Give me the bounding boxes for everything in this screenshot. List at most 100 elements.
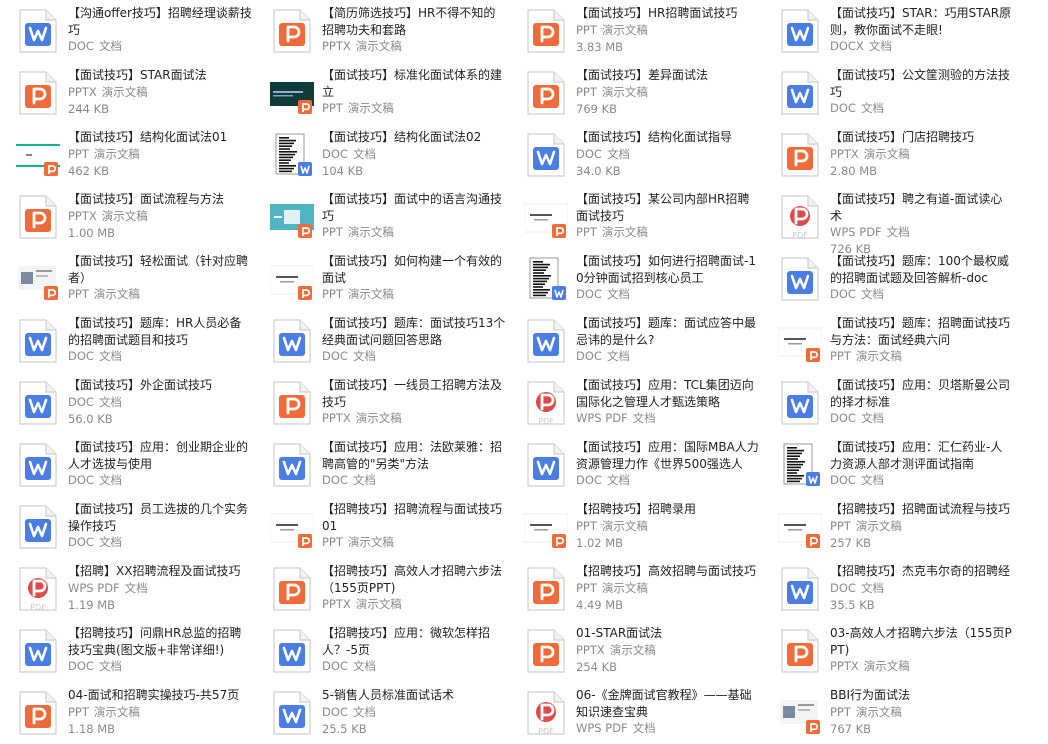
- file-item[interactable]: 【面试技巧】某公司内部HR招聘面试技巧 PPT 演示文稿: [508, 186, 762, 248]
- file-extension: PPT: [68, 704, 89, 719]
- file-item[interactable]: 【面试技巧】HR招聘面试技巧 PPT 演示文稿 3.83 MB: [508, 0, 762, 62]
- file-item[interactable]: 【招聘技巧】问鼎HR总监的招聘技巧宝典(图文版+非常详细!) DOC 文档: [0, 620, 254, 682]
- file-name: 【面试技巧】HR招聘面试技巧: [576, 6, 738, 20]
- file-item[interactable]: 5-销售人员标准面试话术 DOC 文档 25.5 KB: [254, 682, 508, 744]
- file-extension: DOC: [68, 349, 94, 363]
- file-type-label: 演示文稿: [855, 349, 902, 363]
- file-item[interactable]: 【沟通offer技巧】招聘经理谈薪技巧 DOC 文档: [0, 0, 254, 62]
- file-item[interactable]: 【招聘技巧】高效招聘与面试技巧 PPT 演示文稿 4.49 MB: [508, 558, 762, 620]
- file-item[interactable]: 【面试技巧】员工选拔的几个实务操作技巧 DOC 文档: [0, 496, 254, 558]
- file-type: PPT 演示文稿: [830, 518, 1014, 535]
- file-type: PPT 演示文稿: [830, 348, 1014, 365]
- file-item[interactable]: 【面试技巧】题库：面试技巧13个经典面试问题回答思路 DOC 文档: [254, 310, 508, 372]
- file-type-label: 演示文稿: [347, 101, 394, 115]
- file-name: 【面试技巧】应用：创业期企业的人才选拔与使用: [68, 440, 249, 471]
- file-item[interactable]: 【面试技巧】一线员工招聘方法及技巧 PPTX 演示文稿: [254, 372, 508, 434]
- svg-text:PDF: PDF: [538, 417, 554, 426]
- file-type-label: 演示文稿: [355, 411, 402, 425]
- ppt-file-icon: [524, 70, 568, 116]
- file-extension: PPT: [576, 225, 597, 239]
- file-item[interactable]: 【面试技巧】STAR：巧用STAR原则，教你面试不走眼! DOCX 文档: [762, 0, 1016, 62]
- file-item[interactable]: 【面试技巧】门店招聘技巧 PPTX 演示文稿 2.80 MB: [762, 124, 1016, 186]
- file-item[interactable]: 【面试技巧】如何进行招聘面试-10分钟面试招到核心员工 DOC 文档: [508, 248, 762, 310]
- file-item[interactable]: 【面试技巧】轻松面试（针对应聘者） PPT 演示文稿: [0, 248, 254, 310]
- file-item[interactable]: 【招聘技巧】高效人才招聘六步法（155页PPT) PPTX 演示文稿: [254, 558, 508, 620]
- file-item[interactable]: 【面试技巧】STAR面试法 PPTX 演示文稿 244 KB: [0, 62, 254, 124]
- file-item[interactable]: 【面试技巧】应用：创业期企业的人才选拔与使用 DOC 文档: [0, 434, 254, 496]
- file-type: WPS PDF 文档: [830, 224, 1014, 241]
- file-size: 462 KB: [68, 163, 110, 178]
- file-info: 【面试技巧】题库：招聘面试技巧与方法：面试经典六问 PPT 演示文稿: [830, 315, 1014, 365]
- file-item[interactable]: 04-面试和招聘实操技巧-共57页 PPT 演示文稿 1.18 MB: [0, 682, 254, 744]
- file-name: 【面试技巧】聘之有道-面试读心术: [830, 192, 1003, 223]
- file-item[interactable]: 【面试技巧】题库：HR人员必备的招聘面试题目和技巧 DOC 文档: [0, 310, 254, 372]
- file-item[interactable]: 03-高效人才招聘六步法（155页PPT) PPTX 演示文稿: [762, 620, 1016, 682]
- file-info: 【面试技巧】员工选拔的几个实务操作技巧 DOC 文档: [68, 501, 252, 551]
- file-extension: DOC: [322, 659, 348, 673]
- file-item[interactable]: 【面试技巧】结构化面试法01 PPT 演示文稿 462 KB: [0, 124, 254, 186]
- file-item[interactable]: PDF 06-《金牌面试官教程》——基础知识速查宝典 WPS PDF 文档: [508, 682, 762, 744]
- file-extension: WPS PDF: [576, 721, 628, 735]
- file-item[interactable]: 【面试技巧】面试流程与方法 PPTX 演示文稿 1.00 MB: [0, 186, 254, 248]
- file-type: DOC 文档: [576, 348, 760, 365]
- file-name: 【沟通offer技巧】招聘经理谈薪技巧: [68, 6, 252, 37]
- file-item[interactable]: 【招聘技巧】招聘录用 PPT 演示文稿 1.02 MB: [508, 496, 762, 558]
- file-item[interactable]: 【招聘技巧】杰克韦尔奇的招聘经 DOC 文档 35.5 KB: [762, 558, 1016, 620]
- file-type: DOC 文档: [830, 286, 1014, 303]
- file-type-label: 文档: [98, 394, 122, 409]
- file-extension: PPT: [830, 704, 851, 719]
- file-info: 【面试技巧】如何构建一个有效的面试 PPT 演示文稿: [322, 253, 506, 303]
- file-item[interactable]: 01-STAR面试法 PPTX 演示文稿 254 KB: [508, 620, 762, 682]
- file-type: PPTX 演示文稿: [68, 84, 252, 101]
- file-preview-thumbnail: [778, 504, 822, 550]
- file-type: DOC 文档: [322, 472, 506, 489]
- file-item[interactable]: PDF 【面试技巧】聘之有道-面试读心术 WPS PDF 文档 726 KB: [762, 186, 1016, 256]
- file-item[interactable]: 【面试技巧】题库：招聘面试技巧与方法：面试经典六问 PPT 演示文稿: [762, 310, 1016, 372]
- file-name: 【面试技巧】应用：TCL集团迈向国际化之管理人才甄选策略: [576, 378, 754, 409]
- ppt-file-icon: [270, 380, 314, 426]
- file-item[interactable]: 【面试技巧】结构化面试指导 DOC 文档 34.0 KB: [508, 124, 762, 186]
- file-item[interactable]: BBI行为面试法 PPT 演示文稿 767 KB: [762, 682, 1016, 744]
- file-name: 【面试技巧】应用：汇仁药业-人力资源人部才测评面试指南: [830, 440, 1003, 471]
- file-item[interactable]: 【面试技巧】标准化面试体系的建立 PPT 演示文稿: [254, 62, 508, 124]
- file-item[interactable]: 【面试技巧】应用：国际MBA人力资源管理力作《世界500强选人标... DOC 文档: [508, 434, 762, 496]
- file-type: DOC 文档: [830, 100, 1014, 117]
- file-size: 1.02 MB: [576, 535, 624, 550]
- file-item[interactable]: 【面试技巧】结构化面试法02 DOC 文档 104 KB: [254, 124, 508, 186]
- file-type: WPS PDF 文档: [576, 720, 760, 737]
- file-item[interactable]: 【面试技巧】应用：汇仁药业-人力资源人部才测评面试指南 DOC 文档: [762, 434, 1016, 496]
- file-type-label: 文档: [124, 580, 148, 595]
- file-item[interactable]: 【面试技巧】应用：法欧莱雅：招聘高管的"另类"方法 DOC 文档: [254, 434, 508, 496]
- file-size: 254 KB: [576, 659, 618, 674]
- file-item[interactable]: 【面试技巧】面试中的语言沟通技巧 PPT 演示文稿: [254, 186, 508, 248]
- file-item[interactable]: 【面试技巧】公文筐测验的方法技巧 DOC 文档: [762, 62, 1016, 124]
- file-extension: DOC: [830, 473, 856, 487]
- doc-file-icon: [778, 380, 822, 426]
- file-item[interactable]: 【面试技巧】外企面试技巧 DOC 文档 56.0 KB: [0, 372, 254, 434]
- file-extension: DOC: [68, 39, 94, 53]
- file-item[interactable]: 【简历筛选技巧】HR不得不知的招聘功夫和套路 PPTX 演示文稿: [254, 0, 508, 62]
- file-type: DOC 文档: [68, 394, 252, 411]
- file-type: PPT 演示文稿: [322, 286, 506, 303]
- file-item[interactable]: 【面试技巧】应用：贝塔斯曼公司的择才标准 DOC 文档: [762, 372, 1016, 434]
- file-name: 06-《金牌面试官教程》——基础知识速查宝典: [576, 688, 752, 719]
- file-info: 【面试技巧】STAR：巧用STAR原则，教你面试不走眼! DOCX 文档: [830, 5, 1014, 55]
- file-type: PPT 演示文稿: [322, 100, 506, 117]
- file-item[interactable]: 【招聘技巧】应用：微软怎样招人？-5页 DOC 文档: [254, 620, 508, 682]
- doc-file-icon: [16, 628, 60, 674]
- ppt-file-icon: [524, 8, 568, 54]
- file-type: DOC 文档: [830, 472, 1014, 489]
- file-extension: PPTX: [68, 84, 97, 99]
- file-preview-thumbnail: [778, 690, 822, 736]
- file-preview-thumbnail: [524, 256, 568, 302]
- file-name: 【面试技巧】某公司内部HR招聘面试技巧: [576, 192, 750, 223]
- file-item[interactable]: PDF 【招聘】XX招聘流程及面试技巧 WPS PDF 文档 1.19 MB: [0, 558, 254, 620]
- file-type: PPTX 演示文稿: [68, 208, 252, 225]
- file-item[interactable]: 【面试技巧】如何构建一个有效的面试 PPT 演示文稿: [254, 248, 508, 310]
- file-item[interactable]: 【面试技巧】题库：100个最权威的招聘面试题及回答解析-doc DOC 文档: [762, 248, 1016, 310]
- file-item[interactable]: 【招聘技巧】招聘流程与面试技巧01 PPT 演示文稿: [254, 496, 508, 558]
- file-item[interactable]: PDF 【面试技巧】应用：TCL集团迈向国际化之管理人才甄选策略 WPS PDF 文…: [508, 372, 762, 434]
- file-item[interactable]: 【面试技巧】差异面试法 PPT 演示文稿 769 KB: [508, 62, 762, 124]
- file-item[interactable]: 【招聘技巧】招聘面试流程与技巧 PPT 演示文稿 257 KB: [762, 496, 1016, 558]
- file-item[interactable]: 【面试技巧】题库：面试应答中最忌讳的是什么? DOC 文档: [508, 310, 762, 372]
